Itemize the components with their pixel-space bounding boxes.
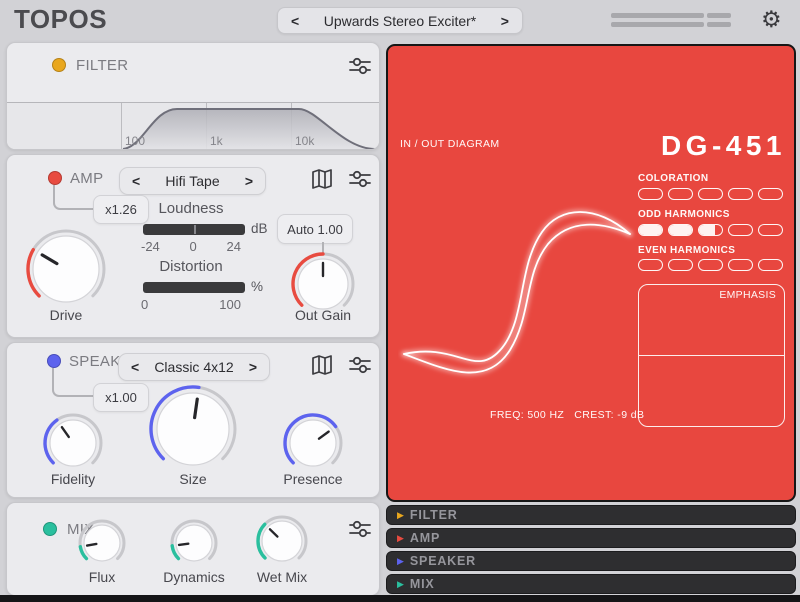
even-harmonics-label: EVEN HARMONICS xyxy=(638,245,735,256)
even-harmonics-indicator xyxy=(638,259,783,271)
expander-row-speaker[interactable]: ▶ SPEAKER xyxy=(386,551,796,571)
filter-advanced-sliders-icon[interactable] xyxy=(348,56,372,81)
expander-row-amp[interactable]: ▶ AMP xyxy=(386,528,796,548)
expander-mix-label: MIX xyxy=(410,577,435,591)
amp-enable-led[interactable] xyxy=(48,171,62,185)
loudness-slider[interactable] xyxy=(143,224,245,235)
freq-readout: FREQ: 500 HZ xyxy=(490,409,564,421)
presence-knob-label: Presence xyxy=(273,471,353,487)
auto-gain-button[interactable]: Auto 1.00 xyxy=(277,214,353,244)
dynamics-knob-label: Dynamics xyxy=(154,569,234,585)
expander-speaker-label: SPEAKER xyxy=(410,554,476,568)
tick-100: 100 xyxy=(125,134,145,148)
flux-knob[interactable] xyxy=(76,517,128,574)
preset-name: Upwards Stereo Exciter* xyxy=(324,13,477,29)
expander-filter-label: FILTER xyxy=(410,508,458,522)
size-knob[interactable] xyxy=(147,383,239,480)
out-gain-knob-label: Out Gain xyxy=(283,307,363,323)
filter-title: FILTER xyxy=(76,57,128,74)
app-title: TOPOS xyxy=(14,4,107,35)
odd-harmonics-indicator xyxy=(638,224,783,236)
distortion-unit: % xyxy=(251,279,263,294)
device-model-name: DG-451 xyxy=(636,130,786,162)
speaker-advanced-sliders-icon[interactable] xyxy=(348,355,372,380)
window-bottom-edge xyxy=(0,595,800,602)
tick-1k: 1k xyxy=(210,134,223,148)
size-knob-label: Size xyxy=(153,471,233,487)
amp-advanced-sliders-icon[interactable] xyxy=(348,169,372,194)
coloration-indicator xyxy=(638,188,783,200)
emphasis-display: EMPHASIS xyxy=(638,284,785,427)
speaker-model-name: Classic 4x12 xyxy=(154,359,233,375)
tick-10k: 10k xyxy=(295,134,314,148)
coloration-label: COLORATION xyxy=(638,173,708,184)
settings-gear-icon[interactable]: ⚙ xyxy=(761,5,782,33)
fidelity-knob[interactable] xyxy=(41,411,105,480)
dynamics-knob[interactable] xyxy=(168,517,220,574)
speaker-model-selector[interactable]: < Classic 4x12 > xyxy=(118,353,270,381)
expander-row-filter[interactable]: ▶ FILTER xyxy=(386,505,796,525)
odd-harmonics-label: ODD HARMONICS xyxy=(638,209,730,220)
preset-next-icon[interactable]: > xyxy=(501,13,509,29)
drive-knob-label: Drive xyxy=(26,307,106,323)
preset-prev-icon[interactable]: < xyxy=(291,13,299,29)
meter-peak-left xyxy=(707,13,731,18)
filter-enable-led[interactable] xyxy=(52,58,66,72)
amp-map-icon[interactable] xyxy=(310,168,334,195)
speaker-expand-triangle-icon: ▶ xyxy=(397,557,404,566)
speaker-multiplier-badge[interactable]: x1.00 xyxy=(93,383,149,412)
loudness-scale-max: 24 xyxy=(227,239,241,254)
loudness-scale-mid: 0 xyxy=(190,239,197,254)
speaker-map-icon[interactable] xyxy=(310,354,334,381)
plugin-window: TOPOS < Upwards Stereo Exciter* > ⚙ FILT… xyxy=(0,0,800,602)
meter-bar-right xyxy=(611,22,704,27)
meter-peak-right xyxy=(707,22,731,27)
amp-model-prev-icon[interactable]: < xyxy=(132,173,140,189)
flux-knob-label: Flux xyxy=(62,569,142,585)
distortion-slider[interactable] xyxy=(143,282,245,293)
transfer-curve xyxy=(398,144,638,424)
filter-panel: FILTER 100 1k 10 xyxy=(6,42,380,150)
distortion-label: Distortion xyxy=(107,258,275,275)
amp-model-selector[interactable]: < Hifi Tape > xyxy=(119,167,266,195)
meter-bar-left xyxy=(611,13,704,18)
drive-knob[interactable] xyxy=(24,227,108,316)
speaker-panel: SPEAKER < Classic 4x12 > x1.00 Fidelity … xyxy=(6,342,380,498)
amp-panel: AMP < Hifi Tape > x1.26 Loudness dB -24 … xyxy=(6,154,380,338)
expander-amp-label: AMP xyxy=(410,531,440,545)
device-display-panel: IN / OUT DIAGRAM DG-451 COLORATION ODD H… xyxy=(386,44,796,502)
amp-model-next-icon[interactable]: > xyxy=(245,173,253,189)
speaker-enable-led[interactable] xyxy=(47,354,61,368)
mix-panel: MIX Flux Dynamics Wet Mix xyxy=(6,502,380,596)
fidelity-knob-label: Fidelity xyxy=(33,471,113,487)
wet-mix-knob[interactable] xyxy=(254,513,310,574)
emphasis-divider xyxy=(639,355,784,356)
loudness-label: Loudness xyxy=(107,200,275,217)
filter-expand-triangle-icon: ▶ xyxy=(397,511,404,520)
mix-enable-led[interactable] xyxy=(43,522,57,536)
emphasis-label: EMPHASIS xyxy=(719,289,776,301)
mix-expand-triangle-icon: ▶ xyxy=(397,580,404,589)
crest-readout: CREST: -9 dB xyxy=(574,409,644,421)
speaker-led-connector xyxy=(52,368,93,397)
expander-row-mix[interactable]: ▶ MIX xyxy=(386,574,796,594)
amp-expand-triangle-icon: ▶ xyxy=(397,534,404,543)
mix-advanced-sliders-icon[interactable] xyxy=(348,519,372,544)
filter-response-graph[interactable]: 100 1k 10k xyxy=(7,102,379,149)
wet-mix-knob-label: Wet Mix xyxy=(242,569,322,585)
output-level-meter xyxy=(611,13,731,30)
presence-knob[interactable] xyxy=(281,411,345,480)
amp-led-connector xyxy=(53,185,93,210)
speaker-model-prev-icon[interactable]: < xyxy=(131,359,139,375)
loudness-scale-min: -24 xyxy=(141,239,160,254)
amp-model-name: Hifi Tape xyxy=(165,173,219,189)
signal-readout: FREQ: 500 HZ CREST: -9 dB xyxy=(490,409,690,421)
distortion-scale-max: 100 xyxy=(219,297,241,312)
filter-curve xyxy=(7,103,379,149)
speaker-model-next-icon[interactable]: > xyxy=(249,359,257,375)
loudness-unit: dB xyxy=(251,221,268,236)
distortion-scale-min: 0 xyxy=(141,297,148,312)
preset-selector[interactable]: < Upwards Stereo Exciter* > xyxy=(277,7,523,34)
